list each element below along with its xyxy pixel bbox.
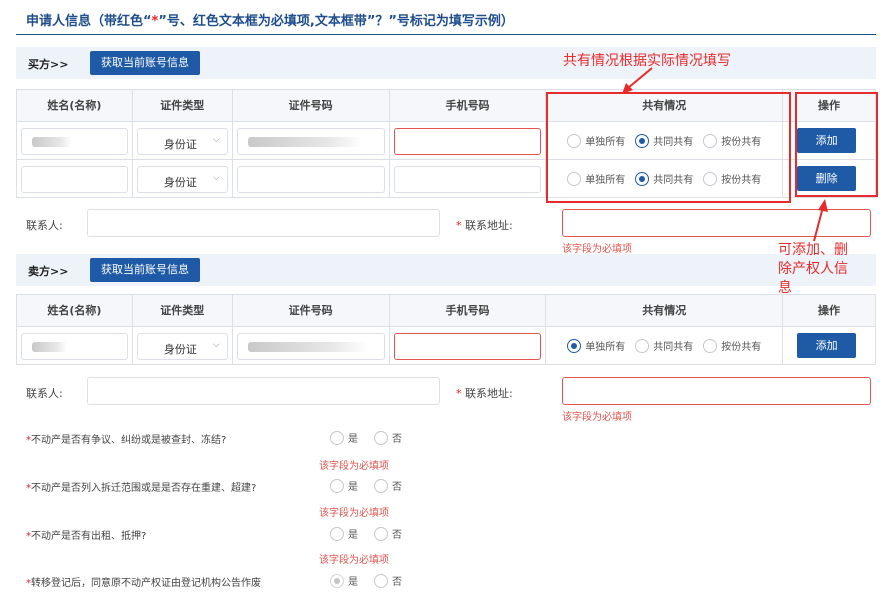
seller-label: 卖方>> bbox=[28, 265, 69, 278]
title-divider bbox=[16, 34, 876, 35]
redacted-value bbox=[247, 342, 368, 352]
radio-no[interactable]: 否 bbox=[374, 526, 402, 541]
id-type-select[interactable]: 身份证 ⌵ bbox=[136, 166, 228, 193]
col-name: 姓名(名称) bbox=[17, 90, 133, 122]
phone-input[interactable] bbox=[393, 333, 542, 360]
radio-joint[interactable]: 共同共有 bbox=[635, 338, 693, 353]
seller-address-input[interactable] bbox=[562, 377, 871, 405]
question-cancel-cert-radios: 是 否 bbox=[330, 573, 402, 588]
question-lease-radios: 是 否 bbox=[330, 526, 402, 541]
id-number-input[interactable] bbox=[236, 333, 385, 360]
add-row-button[interactable]: 添加 bbox=[797, 333, 857, 358]
phone-input[interactable] bbox=[393, 166, 542, 193]
seller-bar: 卖方>> 获取当前账号信息 bbox=[16, 254, 876, 286]
table-row: 身份证 ⌵ 单独所有 共同共有 按份共有 添加 bbox=[17, 327, 876, 365]
seller-fetch-account-button[interactable]: 获取当前账号信息 bbox=[90, 258, 200, 282]
chevron-down-icon: ⌵ bbox=[212, 135, 220, 145]
radio-share[interactable]: 按份共有 bbox=[703, 338, 761, 353]
col-phone: 手机号码 bbox=[389, 295, 547, 327]
id-type-select[interactable]: 身份证 ⌵ bbox=[136, 333, 228, 360]
question-demolition-radios: 是 否 bbox=[330, 478, 402, 493]
col-name: 姓名(名称) bbox=[17, 295, 133, 327]
question-dispute-radios: 是 否 bbox=[330, 430, 402, 445]
action-annotation: 可添加、删 除产权人信 息 bbox=[778, 242, 848, 296]
question-demolition-error: 该字段为必填项 bbox=[319, 508, 389, 519]
radio-no[interactable]: 否 bbox=[374, 478, 402, 493]
col-id-number: 证件号码 bbox=[232, 295, 390, 327]
buyer-label: 买方>> bbox=[28, 58, 69, 71]
radio-yes[interactable]: 是 bbox=[330, 526, 358, 541]
radio-yes[interactable]: 是 bbox=[330, 478, 358, 493]
question-lease-label: *不动产是否有出租、抵押? bbox=[26, 531, 147, 542]
seller-contact-label: 联系人: bbox=[26, 387, 63, 400]
id-number-input[interactable] bbox=[236, 166, 385, 193]
col-phone: 手机号码 bbox=[389, 90, 547, 122]
seller-contact-input[interactable] bbox=[87, 377, 440, 405]
redacted-value bbox=[32, 137, 72, 147]
question-cancel-cert-label: *转移登记后，同意原不动产权证由登记机构公告作废 bbox=[26, 578, 261, 589]
col-id-number: 证件号码 bbox=[232, 90, 390, 122]
name-input[interactable] bbox=[21, 128, 128, 155]
question-demolition-label: *不动产是否列入拆迁范围或是是否存在重建、超建? bbox=[26, 483, 257, 494]
radio-sole[interactable]: 单独所有 bbox=[567, 338, 625, 353]
name-input[interactable] bbox=[21, 333, 128, 360]
buyer-fetch-account-button[interactable]: 获取当前账号信息 bbox=[90, 51, 200, 75]
ownership-radio-group: 单独所有 共同共有 按份共有 bbox=[546, 338, 782, 353]
buyer-contact-input[interactable] bbox=[87, 209, 440, 237]
radio-no: 否 bbox=[374, 573, 402, 588]
question-lease-error: 该字段为必填项 bbox=[319, 555, 389, 566]
ownership-highlight-box bbox=[546, 92, 791, 203]
chevron-down-icon: ⌵ bbox=[212, 340, 220, 350]
col-action: 操作 bbox=[783, 295, 876, 327]
arrow-up-icon bbox=[622, 67, 653, 94]
table-header-row: 姓名(名称) 证件类型 证件号码 手机号码 共有情况 操作 bbox=[17, 295, 876, 327]
radio-yes[interactable]: 是 bbox=[330, 430, 358, 445]
seller-address-label: * 联系地址: bbox=[456, 387, 513, 400]
radio-yes: 是 bbox=[330, 573, 358, 588]
radio-no[interactable]: 否 bbox=[374, 430, 402, 445]
chevron-down-icon: ⌵ bbox=[212, 173, 220, 183]
buyer-address-error: 该字段为必填项 bbox=[562, 244, 632, 255]
col-ownership: 共有情况 bbox=[546, 295, 784, 327]
id-type-select[interactable]: 身份证 ⌵ bbox=[136, 128, 228, 155]
id-number-input[interactable] bbox=[236, 128, 385, 155]
question-dispute-error: 该字段为必填项 bbox=[319, 461, 389, 472]
col-id-type: 证件类型 bbox=[132, 90, 233, 122]
col-id-type: 证件类型 bbox=[132, 295, 233, 327]
buyer-contact-label: 联系人: bbox=[26, 219, 63, 232]
action-highlight-box bbox=[795, 92, 878, 197]
buyer-bar: 买方>> 获取当前账号信息 bbox=[16, 47, 876, 79]
section-title: 申请人信息（带红色“*”号、红色文本框为必填项,文本框带”？”号标记为填写示例） bbox=[26, 14, 514, 29]
seller-table: 姓名(名称) 证件类型 证件号码 手机号码 共有情况 操作 身份证 ⌵ 单独所有 … bbox=[16, 294, 876, 365]
name-input[interactable] bbox=[21, 166, 128, 193]
seller-address-error: 该字段为必填项 bbox=[562, 412, 632, 423]
redacted-value bbox=[32, 342, 67, 352]
question-dispute-label: *不动产是否有争议、纠纷或是被查封、冻结? bbox=[26, 435, 227, 446]
phone-input[interactable] bbox=[393, 128, 542, 155]
arrow-up-icon bbox=[813, 199, 828, 242]
buyer-address-label: * 联系地址: bbox=[456, 219, 513, 232]
redacted-value bbox=[247, 137, 363, 147]
